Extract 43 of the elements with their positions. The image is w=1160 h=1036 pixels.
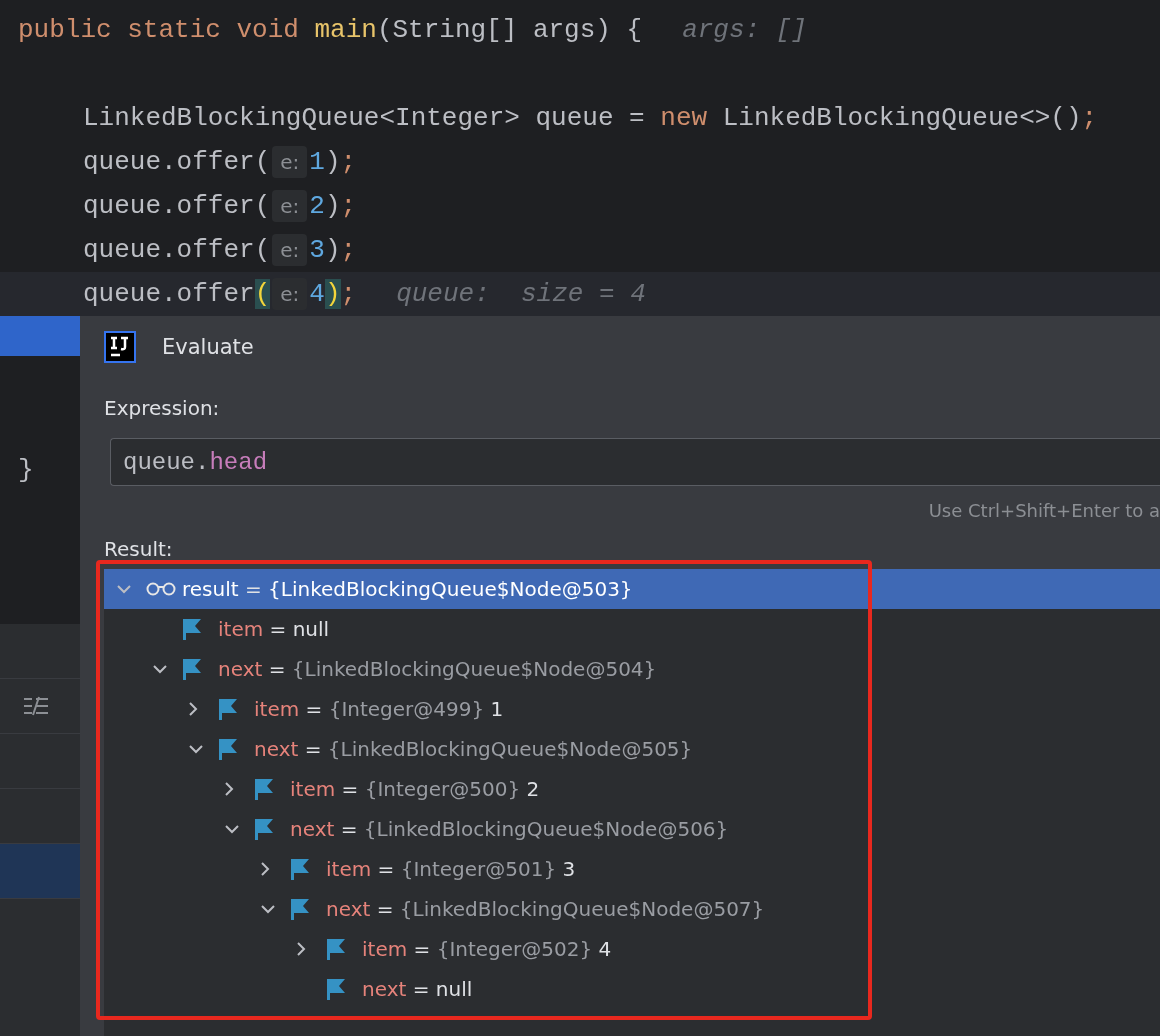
tree-row[interactable]: item = null xyxy=(104,609,1160,649)
tree-row[interactable]: result = {LinkedBlockingQueue$Node@503} xyxy=(104,569,1160,609)
chevron-right-icon[interactable] xyxy=(188,701,198,717)
flag-icon xyxy=(326,938,346,960)
app-logo-icon xyxy=(104,331,136,363)
flag-icon xyxy=(290,898,310,920)
flag-icon xyxy=(182,618,202,640)
code-line: queue.offer( e: 3); xyxy=(82,233,358,268)
flag-icon xyxy=(290,858,310,880)
tree-row[interactable]: next = {LinkedBlockingQueue$Node@504} xyxy=(104,649,1160,689)
tree-row[interactable]: next = {LinkedBlockingQueue$Node@507} xyxy=(104,889,1160,929)
shortcut-hint: Use Ctrl+Shift+Enter to a xyxy=(928,500,1160,521)
result-label: Result: xyxy=(103,537,174,561)
chevron-right-icon[interactable] xyxy=(260,861,270,877)
tree-row[interactable]: next = {LinkedBlockingQueue$Node@506} xyxy=(104,809,1160,849)
code-line: } xyxy=(18,455,34,485)
flag-icon xyxy=(254,778,274,800)
tree-row[interactable]: next = {LinkedBlockingQueue$Node@505} xyxy=(104,729,1160,769)
chevron-down-icon[interactable] xyxy=(260,904,276,914)
code-line: public static void main(String[] args) { args: [] xyxy=(17,14,808,47)
tree-row[interactable]: item = {Integer@501} 3 xyxy=(104,849,1160,889)
code-line: queue.offer( e: 1); xyxy=(82,145,358,180)
tree-row[interactable]: item = {Integer@502} 4 xyxy=(104,929,1160,969)
chevron-right-icon[interactable] xyxy=(224,781,234,797)
chevron-down-icon[interactable] xyxy=(224,824,240,834)
code-line: LinkedBlockingQueue<Integer> queue = new LinkedBlockingQueue<>(); xyxy=(82,102,1099,135)
flag-icon xyxy=(218,698,238,720)
field-label: Expression: xyxy=(103,396,221,420)
chevron-right-icon[interactable] xyxy=(296,941,306,957)
flag-icon xyxy=(326,978,346,1000)
tree-row[interactable]: item = {Integer@500} 2 xyxy=(104,769,1160,809)
chevron-down-icon[interactable] xyxy=(188,744,204,754)
glasses-icon xyxy=(146,582,176,596)
tree-row[interactable]: item = {Integer@499} 1 xyxy=(104,689,1160,729)
dialog-title: Evaluate xyxy=(162,335,254,359)
flag-icon xyxy=(254,818,274,840)
expression-field[interactable]: queue.head xyxy=(110,438,1160,486)
layout-icon[interactable] xyxy=(23,696,49,716)
flag-icon xyxy=(218,738,238,760)
flag-icon xyxy=(182,658,202,680)
tree-row[interactable]: next = null xyxy=(104,969,1160,1009)
code-line: queue.offer( e: 2); xyxy=(82,189,358,224)
chevron-down-icon[interactable] xyxy=(152,664,168,674)
